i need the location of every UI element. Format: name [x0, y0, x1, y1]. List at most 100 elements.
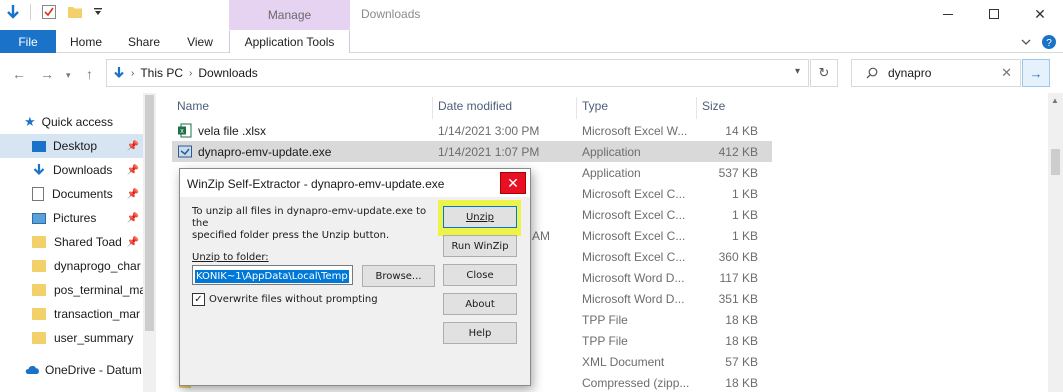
- recent-locations-icon[interactable]: ▾: [66, 70, 71, 81]
- nav-label: Desktop: [53, 139, 98, 153]
- nav-scrollbar[interactable]: [143, 93, 156, 392]
- nav-label: Pictures: [53, 211, 97, 225]
- refresh-button[interactable]: ↻: [810, 59, 838, 87]
- breadcrumb-downloads[interactable]: Downloads: [198, 66, 257, 80]
- file-type: TPP File: [582, 313, 628, 327]
- file-date: 1/14/2021 3:00 PM: [438, 124, 540, 138]
- maximize-button[interactable]: [971, 0, 1017, 28]
- column-divider[interactable]: [432, 97, 433, 119]
- minimize-button[interactable]: [925, 0, 971, 28]
- breadcrumb-chevron-icon[interactable]: ›: [131, 68, 134, 79]
- address-row: ← → ▾ ↑ › This PC › Downloads ▾ ↻ dynapr…: [0, 53, 1063, 93]
- pictures-icon: [32, 212, 46, 224]
- dialog-close-button[interactable]: ✕: [500, 172, 526, 194]
- customize-qat-icon[interactable]: [93, 7, 103, 17]
- nav-folder[interactable]: pos_terminal_ma: [0, 278, 143, 302]
- scrollbar-thumb[interactable]: [145, 95, 154, 331]
- help-icon[interactable]: ?: [1041, 34, 1057, 50]
- installer-icon: [178, 145, 192, 158]
- nav-label: transaction_mar: [54, 307, 141, 321]
- nav-shared-toad[interactable]: Shared Toad 📌: [0, 230, 143, 254]
- close-window-button[interactable]: ✕: [1017, 0, 1063, 28]
- nav-downloads[interactable]: Downloads 📌: [0, 158, 143, 182]
- file-size: 351 KB: [718, 292, 758, 306]
- unzip-button[interactable]: Unzip: [443, 206, 517, 228]
- run-winzip-button[interactable]: Run WinZip: [443, 235, 517, 257]
- tab-file[interactable]: File: [0, 30, 56, 53]
- search-input[interactable]: dynapro: [888, 66, 931, 80]
- nav-desktop[interactable]: Desktop 📌: [0, 134, 143, 158]
- file-size: 1 KB: [731, 229, 758, 243]
- winzip-dialog: WinZip Self-Extractor - dynapro-emv-upda…: [179, 168, 531, 386]
- search-go-button[interactable]: →: [1022, 59, 1050, 87]
- tab-share[interactable]: Share: [128, 30, 160, 53]
- column-divider[interactable]: [576, 97, 577, 119]
- overwrite-checkbox[interactable]: ✓: [192, 293, 205, 306]
- address-dropdown-icon[interactable]: ▾: [795, 66, 800, 77]
- star-icon: ★: [24, 114, 36, 129]
- scrollbar-thumb[interactable]: [1051, 149, 1060, 175]
- folder-icon: [32, 236, 46, 248]
- column-date[interactable]: Date modified: [438, 99, 512, 113]
- tab-application-tools[interactable]: Application Tools: [229, 30, 350, 53]
- column-size[interactable]: Size: [702, 99, 725, 113]
- file-list-scrollbar[interactable]: ▲: [1048, 93, 1063, 392]
- search-box[interactable]: dynapro ✕: [851, 59, 1021, 87]
- nav-folder[interactable]: dynaprogo_char: [0, 254, 143, 278]
- file-type: Microsoft Excel C...: [582, 250, 686, 264]
- down-arrow-icon[interactable]: [6, 4, 20, 20]
- file-type: Microsoft Word D...: [582, 271, 685, 285]
- tab-view[interactable]: View: [186, 30, 214, 53]
- address-bar[interactable]: › This PC › Downloads ▾: [106, 59, 809, 87]
- minimize-icon: [943, 13, 953, 15]
- breadcrumb-this-pc[interactable]: This PC: [140, 66, 183, 80]
- column-type[interactable]: Type: [582, 99, 608, 113]
- window-title: Downloads: [361, 7, 421, 21]
- breadcrumb-chevron-icon[interactable]: ›: [189, 68, 192, 79]
- nav-pictures[interactable]: Pictures 📌: [0, 206, 143, 230]
- clear-search-icon[interactable]: ✕: [1001, 65, 1012, 81]
- up-arrow-icon[interactable]: ↑: [86, 66, 93, 82]
- folder-path-text: KONIK~1\AppData\Local\Temp: [195, 270, 349, 283]
- nav-folder[interactable]: transaction_mar: [0, 302, 143, 326]
- column-divider[interactable]: [696, 97, 697, 119]
- nav-onedrive[interactable]: OneDrive - Datum: [0, 358, 143, 382]
- file-type: TPP File: [582, 334, 628, 348]
- file-type: Microsoft Word D...: [582, 292, 685, 306]
- file-type: Microsoft Excel C...: [582, 229, 686, 243]
- ribbon-right-controls: ?: [1021, 34, 1057, 50]
- scroll-up-icon[interactable]: ▲: [1051, 96, 1059, 105]
- new-folder-icon[interactable]: [67, 5, 83, 19]
- file-date: AM: [532, 229, 550, 243]
- unzip-folder-input[interactable]: KONIK~1\AppData\Local\Temp: [192, 265, 353, 285]
- help-button[interactable]: Help: [443, 322, 517, 344]
- pin-icon: 📌: [126, 140, 139, 152]
- file-size: 412 KB: [718, 145, 758, 159]
- nav-quick-access[interactable]: ★ Quick access: [0, 110, 143, 134]
- message-line: specified folder press the Unzip button.: [192, 230, 390, 241]
- nav-documents[interactable]: Documents 📌: [0, 182, 143, 206]
- back-arrow-icon[interactable]: ←: [12, 66, 26, 82]
- file-name: vela file .xlsx: [198, 124, 267, 138]
- manage-context-label: Manage: [229, 0, 350, 30]
- maximize-icon: [989, 9, 999, 19]
- file-row[interactable]: x vela file .xlsx 1/14/2021 3:00 PM Micr…: [172, 120, 772, 141]
- nav-folder[interactable]: user_summary: [0, 326, 143, 350]
- column-name[interactable]: Name: [177, 99, 209, 113]
- browse-button[interactable]: Browse...: [362, 265, 435, 287]
- properties-icon[interactable]: [41, 4, 57, 20]
- documents-icon: [32, 187, 44, 201]
- file-type: Microsoft Excel W...: [582, 124, 688, 138]
- file-type: Microsoft Excel C...: [582, 208, 686, 222]
- file-row-selected[interactable]: dynapro-emv-update.exe 1/14/2021 1:07 PM…: [172, 141, 772, 162]
- ribbon-tabs: File Home Share View Application Tools ?: [0, 30, 1063, 53]
- separator: [30, 4, 31, 20]
- about-button[interactable]: About: [443, 293, 517, 315]
- close-button[interactable]: Close: [443, 264, 517, 286]
- cloud-icon: [25, 365, 39, 374]
- overwrite-checkbox-row[interactable]: ✓ Overwrite files without prompting: [192, 293, 378, 306]
- desktop-icon: [32, 140, 46, 152]
- tab-home[interactable]: Home: [70, 30, 102, 53]
- expand-ribbon-icon[interactable]: [1021, 38, 1031, 46]
- forward-arrow-icon[interactable]: →: [40, 66, 54, 82]
